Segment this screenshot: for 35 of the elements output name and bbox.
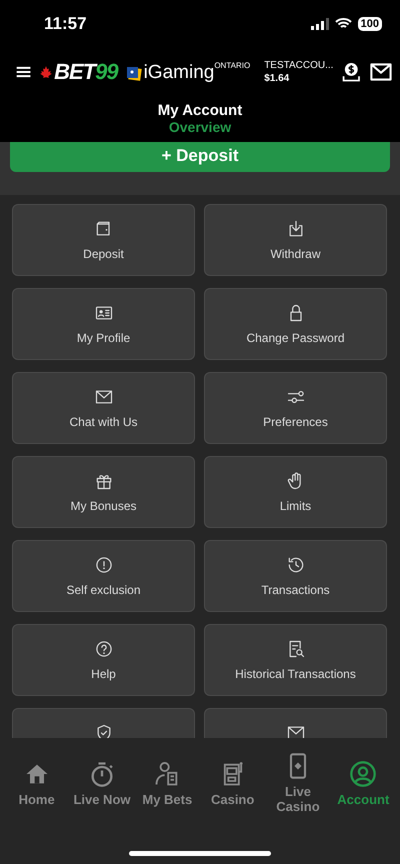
menu-tile[interactable]: Deposit bbox=[12, 204, 195, 276]
igaming-logo-icon bbox=[126, 66, 142, 82]
maple-leaf-icon bbox=[39, 65, 54, 79]
menu-tile[interactable]: Chat with Us bbox=[12, 372, 195, 444]
page-subtitle: Overview bbox=[168, 119, 232, 135]
menu-tile[interactable]: Historical Transactions bbox=[204, 624, 387, 696]
user-circle-icon bbox=[349, 760, 378, 788]
menu-tile[interactable]: Help bbox=[12, 624, 195, 696]
nav-tab[interactable]: Home bbox=[4, 748, 70, 818]
menu-tile[interactable]: Change Password bbox=[204, 288, 387, 360]
battery-level: 100 bbox=[358, 17, 382, 31]
nav-tab[interactable]: Casino bbox=[200, 748, 266, 818]
nav-tab[interactable]: Live Now bbox=[69, 748, 135, 818]
menu-tile[interactable]: Limits bbox=[204, 456, 387, 528]
account-name: TESTACCOU... bbox=[264, 60, 334, 71]
nav-tab[interactable]: Live Casino bbox=[265, 748, 331, 818]
page-title: My Account bbox=[156, 102, 244, 119]
menu-tile[interactable]: Withdraw bbox=[204, 204, 387, 276]
exclamation-circle-icon bbox=[94, 555, 114, 575]
wifi-icon bbox=[334, 18, 352, 30]
menu-tile[interactable]: My Bonuses bbox=[12, 456, 195, 528]
deposit-button[interactable]: + Deposit bbox=[10, 142, 390, 172]
partner-region: ONTARIO bbox=[214, 60, 250, 70]
menu-tile[interactable]: My Profile bbox=[12, 288, 195, 360]
menu-tile[interactable]: Preferences bbox=[204, 372, 387, 444]
menu-tile[interactable]: Transactions bbox=[204, 540, 387, 612]
status-time: 11:57 bbox=[44, 14, 87, 34]
account-balance: $1.64 bbox=[264, 73, 290, 84]
question-circle-icon bbox=[94, 639, 114, 659]
partner-logo: iGaming bbox=[144, 62, 214, 82]
signal-icon bbox=[310, 18, 329, 30]
nav-tab[interactable]: Account bbox=[330, 748, 396, 818]
nav-tab[interactable]: My Bets bbox=[134, 748, 200, 818]
brand-logo: BET99 bbox=[54, 59, 118, 85]
menu-tile[interactable]: Self exclusion bbox=[12, 540, 195, 612]
